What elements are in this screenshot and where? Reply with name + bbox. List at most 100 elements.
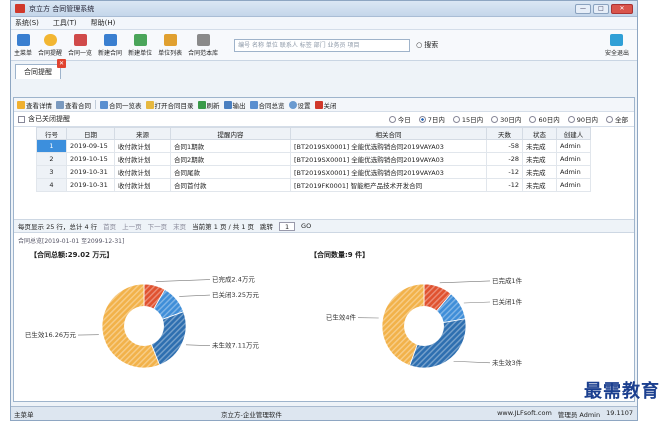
search-input[interactable]: 编号 名称 单位 联系人 标签 部门 业务员 项目 <box>234 38 411 52</box>
menu-bar: 系统(S) 工具(T) 帮助(H) <box>11 17 637 30</box>
last-page-button[interactable]: 末页 <box>173 221 186 231</box>
main-menu-button[interactable]: 主菜单 <box>14 33 32 57</box>
export-button[interactable]: 输出 <box>223 100 246 110</box>
leader-line <box>179 294 211 297</box>
col-header[interactable]: 状态 <box>522 127 557 140</box>
amount-pie-chart: 已完成2.4万元已关闭3.25万元未生效7.11万元 已生效16.26万元 <box>25 275 259 369</box>
search-icon: ○ <box>416 41 423 49</box>
reminder-panel: 查看详情 查看合同 合同一览表 打开合同目录 刷新 输出 合同总览 设置 关闭 … <box>13 97 635 402</box>
table-row[interactable]: 1 2019-09-15 收付款计划 合同1期款 [BT2019SX0001] 全能优选… <box>36 139 591 153</box>
template-library-button[interactable]: 合同范本库 <box>188 33 218 57</box>
tab-contract-reminder[interactable]: 合同提醒 ✕ <box>15 59 66 79</box>
slice-label: 已完成1件 <box>492 276 523 285</box>
watermark-text: 最需教育 <box>584 381 660 402</box>
leader-line <box>439 280 491 284</box>
status-app-name: 京立方-企业管理软件 <box>221 410 282 419</box>
amount-chart: 【合同总额:29.02 万元】 已完成2.4万元 已关闭3.25万元 未生效7.11… <box>24 246 274 386</box>
view-contract-button[interactable]: 查看合同 <box>56 100 91 110</box>
action-bar: 查看详情 查看合同 合同一览表 打开合同目录 刷新 输出 合同总览 设置 关闭 <box>14 98 634 112</box>
contract-list-button[interactable]: 合同一览 <box>68 33 92 57</box>
open-folder-button[interactable]: 打开合同目录 <box>145 100 194 110</box>
app-window: 京立方 合同管理系统 — □ ✕ 系统(S) 工具(T) 帮助(H) 主菜单 合… <box>10 0 638 421</box>
new-contract-button[interactable]: 新建合同 <box>98 33 122 57</box>
view-detail-button[interactable]: 查看详情 <box>17 100 52 110</box>
col-header[interactable]: 日期 <box>66 127 115 140</box>
leader-line <box>185 344 211 346</box>
col-header[interactable]: 天数 <box>486 127 523 140</box>
range-60days[interactable]: 60日内 <box>529 114 560 124</box>
bag-icon <box>73 33 87 46</box>
menu-system[interactable]: 系统(S) <box>15 18 39 28</box>
tab-close-icon[interactable]: ✕ <box>57 59 66 68</box>
col-header[interactable]: 行号 <box>36 127 67 140</box>
contract-reminder-button[interactable]: 合同提醒 <box>38 33 62 57</box>
range-today[interactable]: 今日 <box>388 114 411 124</box>
new-unit-button[interactable]: 新建单位 <box>128 33 152 57</box>
refresh-button[interactable]: 刷新 <box>197 100 220 110</box>
bulb-icon <box>17 100 25 109</box>
go-button[interactable]: GO <box>301 222 311 230</box>
close-window-button[interactable]: ✕ <box>611 3 633 14</box>
contract-table-button[interactable]: 合同一览表 <box>100 100 142 110</box>
col-header[interactable]: 提醒内容 <box>170 127 291 140</box>
export-icon <box>223 100 232 109</box>
include-closed-checkbox[interactable] <box>18 115 25 123</box>
range-30days[interactable]: 30日内 <box>491 114 521 124</box>
main-menu-icon <box>16 33 30 46</box>
col-header[interactable]: 相关合同 <box>290 127 487 140</box>
status-bar: 主菜单 京立方-企业管理软件 www.JLFsoft.com 管理员 Admin… <box>11 406 637 420</box>
status-version: 19.1107 <box>606 408 633 417</box>
app-logo-icon <box>15 4 25 13</box>
exit-icon <box>610 33 624 46</box>
view-icon <box>56 100 64 109</box>
range-all[interactable]: 全部 <box>606 114 628 124</box>
people-icon <box>163 33 177 46</box>
page-number-input[interactable]: 1 <box>279 221 296 231</box>
card-icon <box>133 33 147 46</box>
first-page-button[interactable]: 首页 <box>103 221 116 231</box>
overview-title: 合同总览[2019-01-01 至2099-12-31] <box>18 238 125 245</box>
folder-icon <box>145 100 154 109</box>
menu-help[interactable]: 帮助(H) <box>91 18 116 28</box>
table-icon <box>100 100 108 109</box>
current-page-info: 当前第 1 页 / 共 1 页 <box>192 223 255 231</box>
prev-page-button[interactable]: 上一页 <box>122 221 142 231</box>
next-page-button[interactable]: 下一页 <box>148 221 168 231</box>
range-15days[interactable]: 15日内 <box>452 114 483 124</box>
refresh-icon <box>197 100 206 109</box>
status-menu-button[interactable]: 主菜单 <box>14 409 34 419</box>
range-90days[interactable]: 90日内 <box>567 114 598 124</box>
settings-button[interactable]: 设置 <box>288 100 311 110</box>
count-chart: 【合同数量:9 件】 已完成1件 已关闭1件 未生效3件 已生效4件 <box>304 246 554 386</box>
jump-label: 跳转 <box>260 223 274 231</box>
table-row[interactable]: 3 2019-10-31 收付款计划 合同尾款 [BT2019SX0001] 全能优选购… <box>36 165 591 179</box>
pencil-icon <box>103 33 117 46</box>
reminder-table: 行号 日期 来源 提醒内容 相关合同 天数 状态 创建人 1 2019-09-15… <box>36 127 591 192</box>
chart-icon <box>249 100 258 109</box>
unit-list-button[interactable]: 单位列表 <box>158 33 182 57</box>
tab-strip: 合同提醒 ✕ <box>11 59 637 79</box>
document-icon <box>196 33 210 46</box>
exit-button[interactable]: 安全退出 <box>605 33 629 57</box>
main-toolbar: 主菜单 合同提醒 合同一览 新建合同 新建单位 单位列表 合同范本库 编号 名称… <box>11 30 637 61</box>
range-7days[interactable]: 7日内 <box>418 114 445 124</box>
status-user: 管理员 Admin <box>557 410 601 419</box>
search-button[interactable]: ○ 搜索 <box>416 40 438 50</box>
contract-overview-button[interactable]: 合同总览 <box>249 100 285 110</box>
slice-label: 未生效3件 <box>492 358 523 367</box>
status-site: www.JLFsoft.com <box>497 408 552 417</box>
close-button[interactable]: 关闭 <box>314 100 337 110</box>
col-header[interactable]: 创建人 <box>556 127 591 140</box>
table-row[interactable]: 2 2019-10-15 收付款计划 合同2期款 [BT2019SX0001] 全能优选… <box>36 152 591 166</box>
slice-label: 已关闭1件 <box>492 297 523 306</box>
menu-tools[interactable]: 工具(T) <box>53 18 77 28</box>
table-row[interactable]: 4 2019-10-31 收付款计划 合同首付款 [BT2019FK0001] 智能柜产… <box>36 178 591 192</box>
pagination-bar: 每页显示 25 行，总计 4 行 首页 上一页 下一页 末页 当前第 1 页 /… <box>14 219 634 233</box>
close-icon <box>314 100 323 109</box>
chart-title: 【合同总额:29.02 万元】 <box>30 251 114 259</box>
col-header[interactable]: 来源 <box>114 127 171 140</box>
maximize-button[interactable]: □ <box>593 3 609 14</box>
slice-label: 已关闭3.25万元 <box>212 290 259 299</box>
minimize-button[interactable]: — <box>575 3 591 14</box>
slice-label: 已完成2.4万元 <box>212 275 255 284</box>
